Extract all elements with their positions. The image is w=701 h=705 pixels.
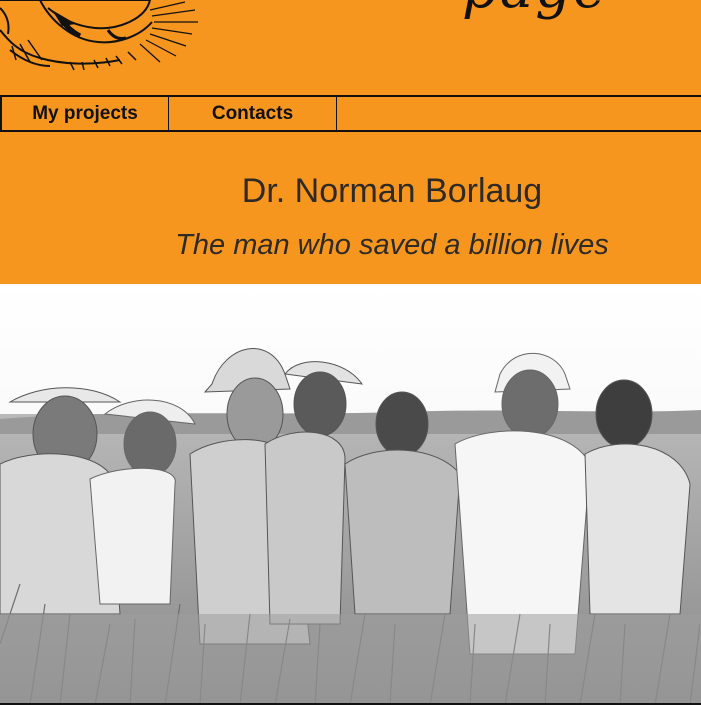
- page-title: Dr. Norman Borlaug: [241, 172, 543, 210]
- hero-banner: Dr. Norman Borlaug The man who saved a b…: [0, 132, 701, 284]
- wheat-field-photo: [0, 284, 701, 705]
- nav-item-contacts[interactable]: Contacts: [169, 97, 337, 130]
- lion-logo-icon: [0, 0, 198, 71]
- site-title-word: page: [462, 0, 608, 21]
- page-subtitle: The man who saved a billion lives: [175, 229, 609, 261]
- main-nav: My projects Contacts: [0, 95, 701, 132]
- nav-item-my-projects[interactable]: My projects: [0, 97, 169, 130]
- site-header: page: [0, 0, 701, 96]
